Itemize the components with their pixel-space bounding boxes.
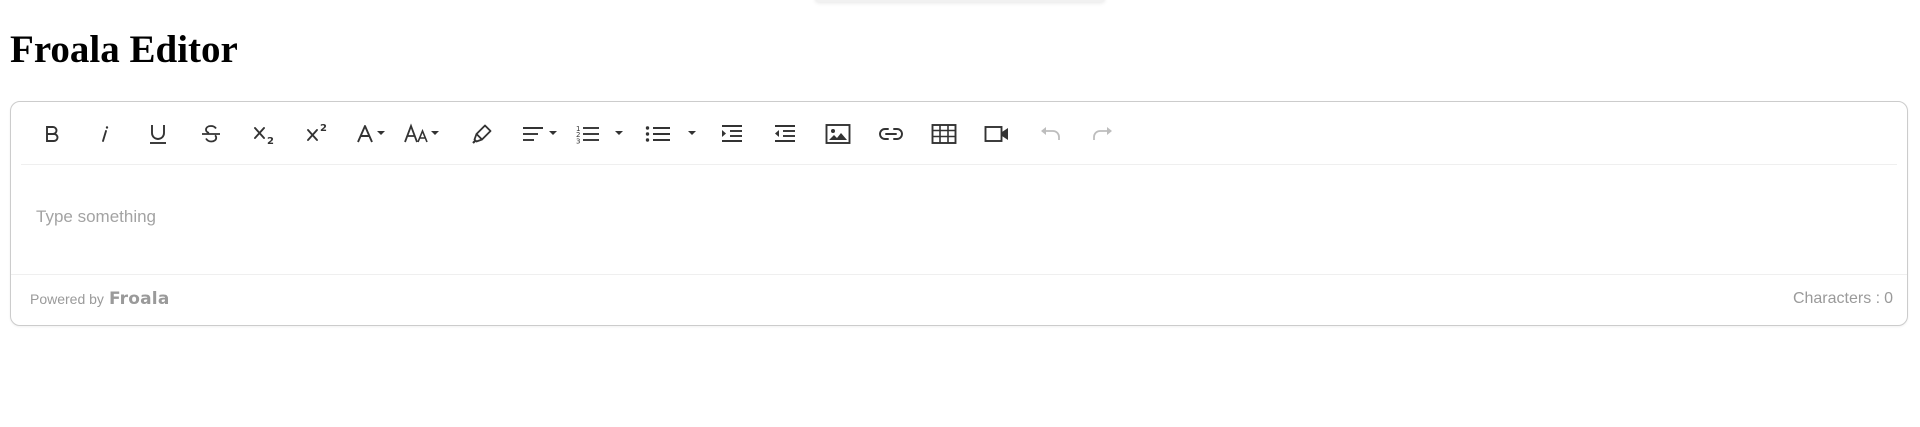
editor-footer: Powered by Froala Characters :0 [11,274,1907,325]
subscript-icon: 2 [254,127,274,146]
chevron-down-icon [615,131,623,135]
froala-logo: Froala [108,289,170,309]
chevron-down-icon [431,131,439,135]
powered-by-link[interactable]: Powered by Froala [30,289,170,309]
bold-icon [46,126,59,142]
page-title: Froala Editor [10,28,238,71]
outdent-button[interactable] [764,115,806,153]
editor-placeholder: Type something [36,207,157,226]
superscript-icon: 2 [307,123,327,141]
rich-text-editor: 2 2 1 2 3 Type something Powered by Froa… [10,101,1908,326]
subscript-button[interactable]: 2 [243,115,285,153]
top-shadow-decoration [815,0,1105,2]
insert-link-button[interactable] [870,115,912,153]
text-color-icon [357,125,385,143]
chevron-down-icon [688,131,696,135]
redo-button[interactable] [1082,115,1124,153]
redo-icon [1093,127,1112,140]
strikethrough-button[interactable] [190,115,232,153]
strikethrough-icon [202,125,220,143]
character-counter: Characters :0 [1793,290,1893,308]
ordered-list-button[interactable]: 1 2 3 [572,115,630,153]
chevron-down-icon [549,131,557,135]
bold-button[interactable] [31,115,73,153]
indent-button[interactable] [711,115,753,153]
italic-icon [102,126,109,142]
svg-text:2: 2 [267,136,274,146]
text-color-button[interactable] [349,115,395,153]
highlighter-icon [472,124,492,144]
insert-video-button[interactable] [976,115,1018,153]
font-size-icon [404,123,439,143]
underline-button[interactable] [137,115,179,153]
insert-table-button[interactable] [923,115,965,153]
align-left-icon [523,127,557,141]
unordered-list-button[interactable] [641,115,703,153]
highlight-button[interactable] [461,115,503,153]
underline-icon [150,125,166,144]
italic-button[interactable] [84,115,126,153]
video-icon [984,126,1008,142]
svg-text:3: 3 [576,138,580,146]
align-button[interactable] [515,115,565,153]
chevron-down-icon [377,131,385,135]
outdent-icon [775,125,795,142]
font-size-button[interactable] [401,115,447,153]
image-icon [825,124,851,144]
undo-icon [1041,127,1060,140]
powered-by-label: Powered by [30,291,104,307]
svg-text:2: 2 [320,123,327,134]
editor-content-area[interactable]: Type something [11,165,1907,275]
insert-image-button[interactable] [817,115,859,153]
undo-button[interactable] [1029,115,1071,153]
superscript-button[interactable]: 2 [296,115,338,153]
character-counter-label: Characters : [1792,290,1881,307]
editor-toolbar: 2 2 1 2 3 [21,102,1897,165]
ordered-list-icon: 1 2 3 [576,125,623,146]
indent-icon [722,125,742,142]
table-icon [931,124,957,144]
link-icon [879,128,903,140]
unordered-list-icon [645,126,696,142]
character-counter-value: 0 [1884,290,1893,307]
